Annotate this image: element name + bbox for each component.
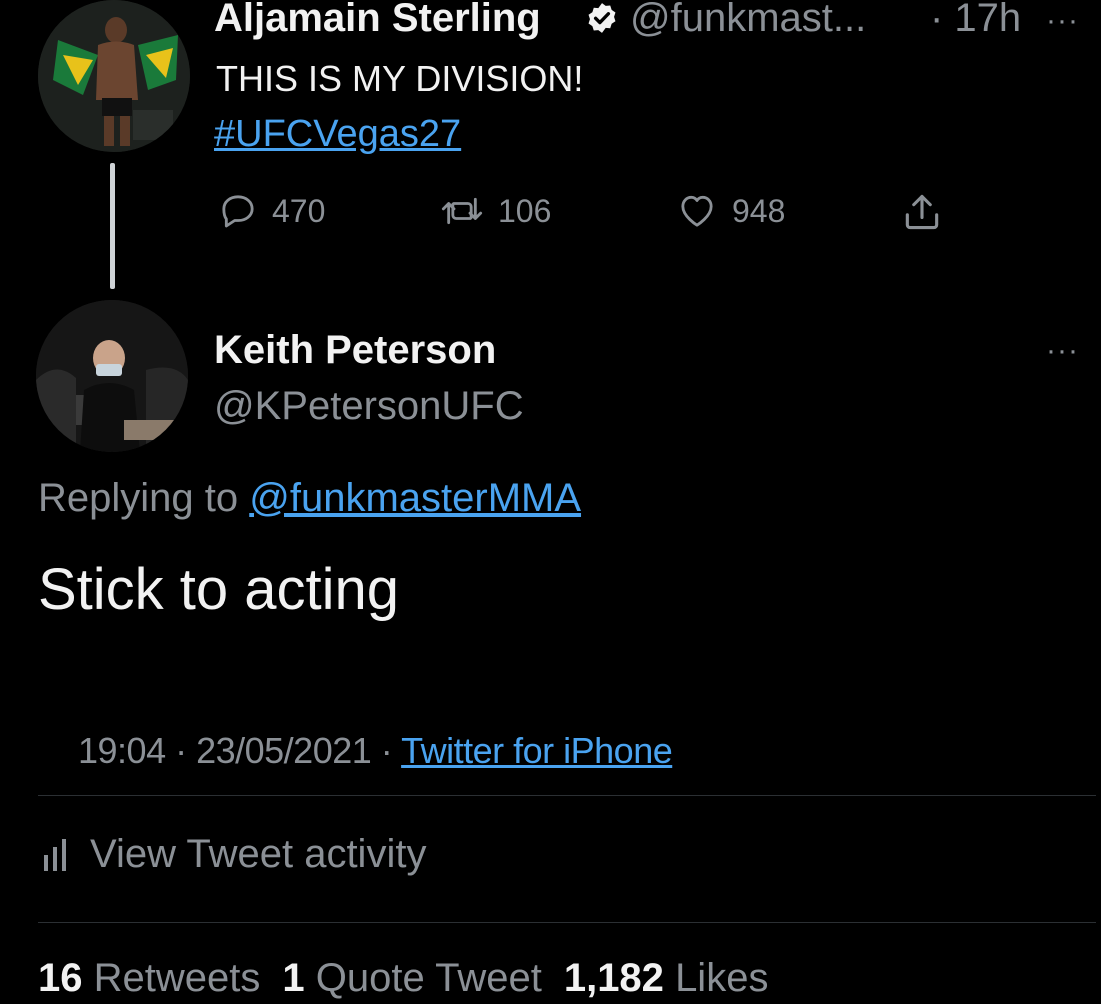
replying-to-prefix: Replying to — [38, 476, 239, 520]
tweet-timestamp[interactable]: 19:04 · 23/05/2021 · — [78, 730, 401, 771]
replying-to-line: Replying to @funkmasterMMA — [38, 476, 581, 521]
verified-badge-icon — [588, 3, 616, 33]
reply-count: 470 — [272, 192, 326, 229]
author-avatar[interactable] — [36, 300, 188, 452]
tweet-text: Stick to acting — [38, 557, 400, 622]
reply-button[interactable]: 470 — [218, 191, 325, 231]
thread-connector-line — [110, 163, 115, 289]
parent-more-options-icon[interactable]: ··· — [1046, 4, 1079, 38]
parent-tweet-time[interactable]: · 17h — [930, 0, 1021, 41]
likes-stat-label: Likes — [675, 956, 769, 1000]
more-options-icon[interactable]: ··· — [1046, 334, 1079, 368]
parent-author-handle[interactable]: @funkmast... — [630, 0, 866, 41]
like-button[interactable]: 948 — [676, 191, 785, 231]
engagement-stats: 16 Retweets 1 Quote Tweet 1,182 Likes — [38, 956, 768, 1001]
retweets-stat-count: 16 — [38, 956, 83, 1000]
likes-stat[interactable]: 1,182 Likes — [564, 956, 769, 1000]
parent-tweet-text: THIS IS MY DIVISION! — [216, 58, 584, 99]
view-tweet-activity-label: View Tweet activity — [90, 832, 427, 876]
divider — [38, 795, 1096, 796]
heart-icon — [681, 195, 713, 227]
parent-author-avatar[interactable] — [38, 0, 190, 152]
quotes-stat-label: Quote Tweet — [315, 956, 542, 1000]
analytics-icon — [44, 838, 66, 871]
share-button[interactable] — [900, 190, 944, 234]
replying-to-mention[interactable]: @funkmasterMMA — [249, 476, 581, 520]
share-icon — [905, 194, 939, 230]
person-photo-icon — [36, 300, 188, 452]
retweets-stat-label: Retweets — [93, 956, 261, 1000]
parent-tweet-hashtag[interactable]: #UFCVegas27 — [214, 113, 461, 156]
reply-icon — [222, 195, 254, 228]
retweet-icon — [441, 197, 483, 225]
fighter-photo-icon — [38, 0, 190, 152]
tweet-source-link[interactable]: Twitter for iPhone — [401, 730, 673, 771]
author-name[interactable]: Keith Peterson — [214, 328, 496, 373]
quotes-stat-count: 1 — [282, 956, 305, 1000]
tweet-metadata: 19:04 · 23/05/2021 · Twitter for iPhone — [78, 730, 673, 772]
like-count: 948 — [732, 192, 786, 229]
divider — [38, 922, 1096, 923]
retweets-stat[interactable]: 16 Retweets — [38, 956, 260, 1000]
quotes-stat[interactable]: 1 Quote Tweet — [282, 956, 541, 1000]
likes-stat-count: 1,182 — [563, 956, 664, 1000]
view-tweet-activity-button[interactable]: View Tweet activity — [42, 832, 426, 877]
parent-author-name[interactable]: Aljamain Sterling — [214, 0, 541, 41]
author-handle[interactable]: @KPetersonUFC — [214, 384, 524, 429]
retweet-button[interactable]: 106 — [440, 191, 551, 231]
retweet-count: 106 — [498, 192, 552, 229]
